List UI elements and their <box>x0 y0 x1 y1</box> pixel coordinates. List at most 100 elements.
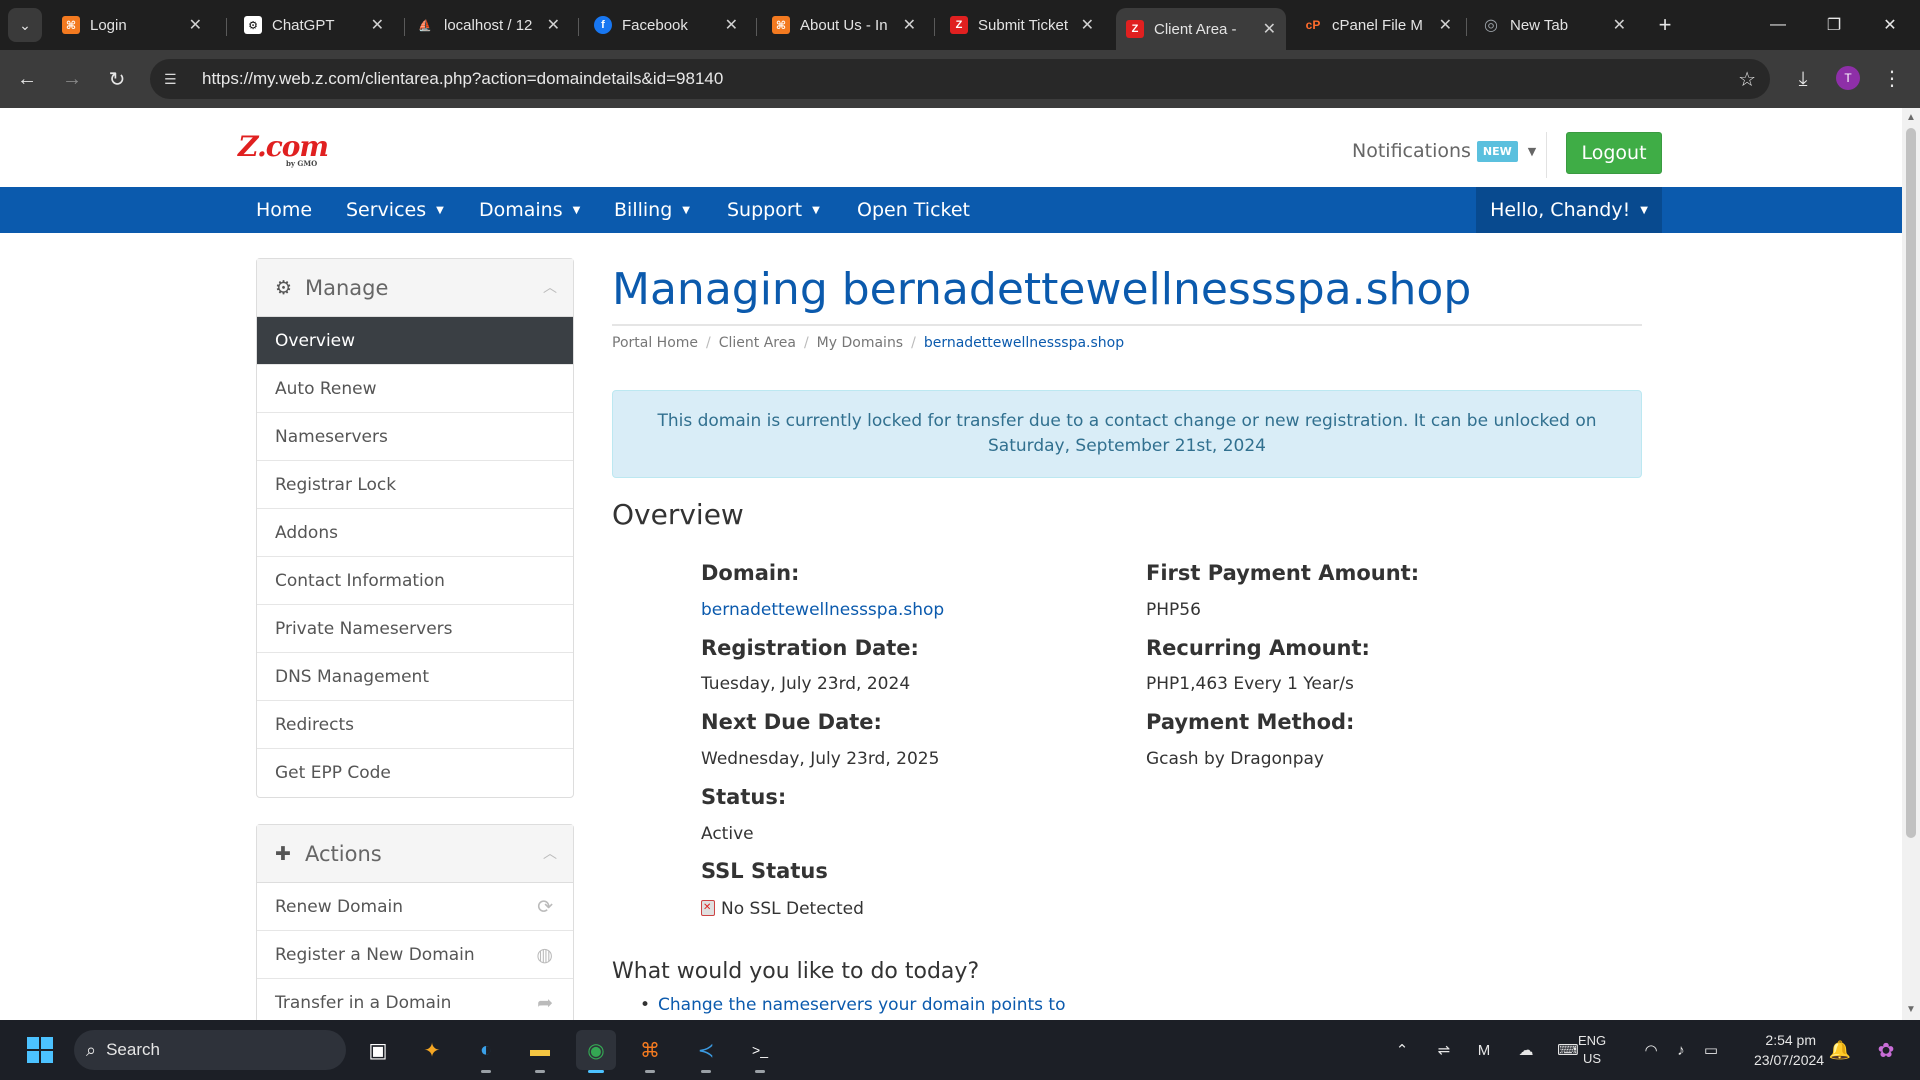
gmail-icon[interactable]: M <box>1464 1042 1504 1059</box>
close-icon[interactable]: ✕ <box>903 15 916 35</box>
chrome-app-icon[interactable]: ◉ <box>576 1030 616 1073</box>
logout-button[interactable]: Logout <box>1566 132 1662 174</box>
xampp-icon: ⌘ <box>62 16 80 34</box>
scrollbar-thumb[interactable] <box>1906 128 1916 838</box>
browser-tab[interactable]: ⌘ About Us - In ✕ <box>762 8 926 42</box>
site-logo[interactable]: Z.com by GMO <box>238 130 329 168</box>
nav-billing[interactable]: Billing ▼ <box>614 187 690 233</box>
page-scrollbar[interactable]: ▲ ▼ <box>1902 108 1920 1020</box>
sidebar-item-private-nameservers[interactable]: Private Nameservers <box>257 605 573 653</box>
actions-panel-header[interactable]: ✚ Actions ︿ <box>257 825 573 883</box>
tab-search-button[interactable]: ⌄ <box>8 8 42 42</box>
language-indicator[interactable]: ENG US <box>1578 1032 1606 1068</box>
notification-bell-icon[interactable]: 🔔 <box>1820 1030 1860 1070</box>
todo-list: • Change the nameservers your domain poin… <box>640 995 1066 1015</box>
profile-avatar[interactable]: T <box>1836 66 1860 90</box>
onedrive-icon[interactable]: ☁ <box>1504 1041 1548 1059</box>
close-icon[interactable]: ✕ <box>725 15 738 35</box>
breadcrumb-current: bernadettewellnessspa.shop <box>923 335 1125 351</box>
sidebar-item-nameservers[interactable]: Nameservers <box>257 413 573 461</box>
page-title: Managing bernadettewellnessspa.shop <box>612 264 1642 326</box>
copilot-icon[interactable]: ✿ <box>1866 1030 1906 1070</box>
sidebar-item-registrar-lock[interactable]: Registrar Lock <box>257 461 573 509</box>
browser-tab-active[interactable]: Z Client Area - ✕ <box>1116 8 1286 50</box>
notifications-dropdown[interactable]: Notifications NEW ▼ <box>1352 140 1536 162</box>
nav-home[interactable]: Home <box>256 187 312 233</box>
xampp-icon: ⌘ <box>772 16 790 34</box>
sidebar-item-renew-domain[interactable]: Renew Domain ⟳ <box>257 883 573 931</box>
browser-tab[interactable]: ⚙ ChatGPT ✕ <box>234 8 394 42</box>
minimize-icon[interactable]: — <box>1756 8 1800 42</box>
search-icon: ⌕ <box>86 1039 97 1060</box>
browser-tab[interactable]: f Facebook ✕ <box>584 8 748 42</box>
reload-icon[interactable]: ↻ <box>100 62 134 96</box>
edge-icon[interactable]: ◐ <box>466 1030 506 1073</box>
close-icon[interactable]: ✕ <box>371 15 384 35</box>
sidebar-item-redirects[interactable]: Redirects <box>257 701 573 749</box>
browser-tab[interactable]: Z Submit Ticket ✕ <box>940 8 1104 42</box>
window-close-icon[interactable]: ✕ <box>1868 8 1912 42</box>
file-explorer-icon[interactable]: ▬ <box>520 1030 560 1073</box>
download-icon[interactable]: ⤓ <box>1786 62 1820 96</box>
nav-domains[interactable]: Domains ▼ <box>479 187 580 233</box>
user-menu[interactable]: Hello, Chandy! ▼ <box>1476 187 1662 233</box>
sidebar-item-auto-renew[interactable]: Auto Renew <box>257 365 573 413</box>
site-info-icon[interactable]: ☰ <box>164 71 188 88</box>
clock[interactable]: 2:54 pm 23/07/2024 <box>1754 1030 1824 1070</box>
domain-link[interactable]: bernadettewellnessspa.shop <box>701 600 944 620</box>
breadcrumb-portal-home[interactable]: Portal Home <box>612 335 698 351</box>
close-icon[interactable]: ✕ <box>189 15 202 35</box>
sidebar-item-register-domain[interactable]: Register a New Domain ◍ <box>257 931 573 979</box>
zcom-icon: Z <box>950 16 968 34</box>
settings-sliders-icon[interactable]: ⇌ <box>1424 1041 1464 1059</box>
back-icon[interactable]: ← <box>10 62 44 96</box>
bookmark-star-icon[interactable]: ☆ <box>1738 67 1756 92</box>
breadcrumb-client-area[interactable]: Client Area <box>719 335 796 351</box>
browser-tab[interactable]: ◎ New Tab ✕ <box>1472 8 1636 42</box>
vscode-icon[interactable]: ≺ <box>686 1030 726 1073</box>
change-nameservers-link[interactable]: Change the nameservers your domain point… <box>658 995 1065 1015</box>
browser-tab[interactable]: ⌘ Login ✕ <box>52 8 212 42</box>
chevron-up-icon[interactable]: ⌃ <box>1380 1041 1424 1059</box>
sidebar-item-dns-management[interactable]: DNS Management <box>257 653 573 701</box>
taskbar-search[interactable]: ⌕ Search <box>74 1030 346 1070</box>
browser-menu-icon[interactable]: ⋮ <box>1880 62 1904 94</box>
sidebar-item-get-epp-code[interactable]: Get EPP Code <box>257 749 573 797</box>
ssl-status-label: SSL Status <box>701 859 828 883</box>
new-tab-button[interactable]: + <box>1650 10 1680 40</box>
close-icon[interactable]: ✕ <box>1263 19 1276 39</box>
zcom-icon: Z <box>1126 20 1144 38</box>
xampp-app-icon[interactable]: ✦ <box>412 1030 452 1070</box>
chevron-up-icon[interactable]: ︿ <box>543 277 557 297</box>
close-icon[interactable]: ✕ <box>1439 15 1452 35</box>
breadcrumb-my-domains[interactable]: My Domains <box>817 335 903 351</box>
task-view-icon[interactable]: ▣ <box>358 1030 398 1070</box>
quick-settings[interactable]: ◠ ♪ ▭ <box>1636 1020 1726 1080</box>
nav-open-ticket[interactable]: Open Ticket <box>857 187 970 233</box>
sidebar-item-contact-information[interactable]: Contact Information <box>257 557 573 605</box>
nav-support[interactable]: Support ▼ <box>727 187 820 233</box>
close-icon[interactable]: ✕ <box>1081 15 1094 35</box>
sidebar-item-overview[interactable]: Overview <box>257 317 573 365</box>
address-bar[interactable]: ☰ https://my.web.z.com/clientarea.php?ac… <box>150 59 1770 99</box>
forward-icon[interactable]: → <box>55 62 89 96</box>
browser-tab[interactable]: cP cPanel File M ✕ <box>1294 8 1462 42</box>
xampp-control-icon[interactable]: ⌘ <box>630 1030 670 1073</box>
sidebar-item-transfer-domain[interactable]: Transfer in a Domain ➦ <box>257 979 573 1020</box>
close-icon[interactable]: ✕ <box>547 15 560 35</box>
main-navigation: Home Services ▼ Domains ▼ Billing ▼ Supp… <box>0 187 1902 233</box>
globe-icon: ◍ <box>536 943 553 966</box>
terminal-icon[interactable]: >_ <box>740 1030 780 1073</box>
browser-tab[interactable]: ⛵ localhost / 12 ✕ <box>406 8 570 42</box>
scroll-down-icon[interactable]: ▼ <box>1906 1004 1916 1015</box>
start-button[interactable] <box>20 1030 60 1070</box>
scroll-up-icon[interactable]: ▲ <box>1906 112 1916 123</box>
url-text[interactable]: https://my.web.z.com/clientarea.php?acti… <box>202 69 723 89</box>
sidebar-item-addons[interactable]: Addons <box>257 509 573 557</box>
site-header: Z.com by GMO Notifications NEW ▼ Logout <box>0 108 1902 187</box>
nav-services[interactable]: Services ▼ <box>346 187 444 233</box>
chevron-up-icon[interactable]: ︿ <box>543 843 557 863</box>
restore-icon[interactable]: ❐ <box>1812 8 1856 42</box>
manage-panel-header[interactable]: ⚙ Manage ︿ <box>257 259 573 317</box>
close-icon[interactable]: ✕ <box>1613 15 1626 35</box>
